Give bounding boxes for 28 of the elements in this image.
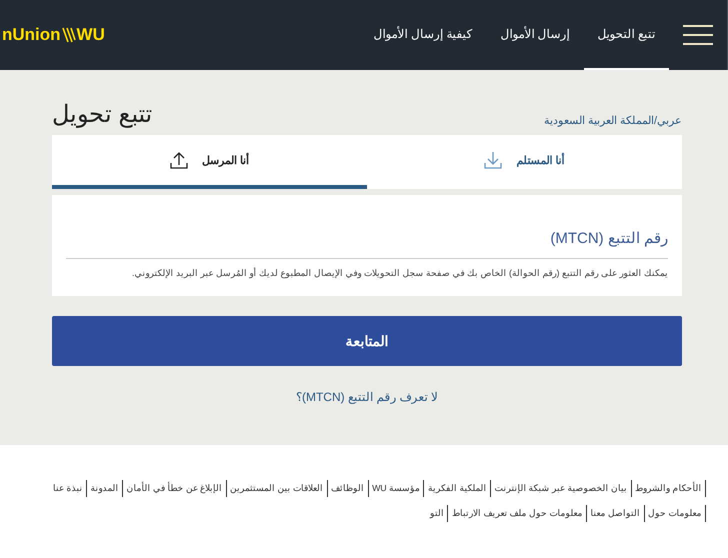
nav-link[interactable]: كيفية إرسال الأموال	[360, 0, 486, 70]
footer-link[interactable]: نبذة عنا	[49, 480, 87, 497]
footer-link[interactable]: المدونة	[86, 480, 123, 497]
locale-link[interactable]: عربي/المملكة العربية السعودية	[544, 114, 682, 127]
nav-link[interactable]: إرسال الأموال	[486, 0, 584, 70]
footer-link[interactable]: التو	[426, 505, 448, 522]
menu-icon	[683, 24, 713, 46]
footer-link[interactable]: معلومات حول ملف تعريف الارتباط	[448, 505, 588, 522]
footer-link[interactable]: بيان الخصوصية عبر شبكة الإنترنت	[490, 480, 632, 497]
stripes-icon	[62, 27, 76, 43]
footer-link[interactable]: الوظائف	[328, 480, 369, 497]
download-icon	[484, 151, 502, 169]
footer-link[interactable]: مؤسسة WU	[368, 480, 424, 497]
logo-text: nUnion	[2, 25, 61, 45]
footer-link[interactable]: الأحكام والشروط	[632, 480, 706, 497]
footer-link[interactable]: التواصل معنا	[587, 505, 645, 522]
page-title: تتبع تحويل	[52, 100, 153, 129]
footer-link[interactable]: الإبلاغ عن خطأ في الأمان	[122, 480, 227, 497]
help-link[interactable]: لا تعرف رقم التتبع (MTCN)؟	[296, 390, 438, 404]
footer-link[interactable]: الملكية الفكرية	[424, 480, 491, 497]
tracking-number-input[interactable]: رقم التتبع (MTCN)	[66, 219, 668, 259]
upload-icon	[170, 151, 188, 169]
logo-text: WU	[76, 25, 105, 45]
footer-link[interactable]: معلومات حول	[644, 505, 706, 522]
help-text: يمكنك العثور على رقم التتبع (رقم الحوالة) الخاص بك في صفحة سجل التحويلات وفي الإيصال المطبوع لديك أو المُرسل عبر البريد الإلكتروني.	[130, 268, 668, 278]
continue-button[interactable]: المتابعة	[52, 316, 682, 366]
footer-link[interactable]: العلاقات بين المستثمرين	[226, 480, 328, 497]
tracking-number-field[interactable]: رقم التتبع (MTCN) يمكنك العثور على رقم التتبع (رقم الحوالة) الخاص بك في صفحة سجل التحويلات وفي الإيصال المطبوع لديك أو المُرسل عبر البريد الإلكتروني.	[52, 195, 682, 296]
